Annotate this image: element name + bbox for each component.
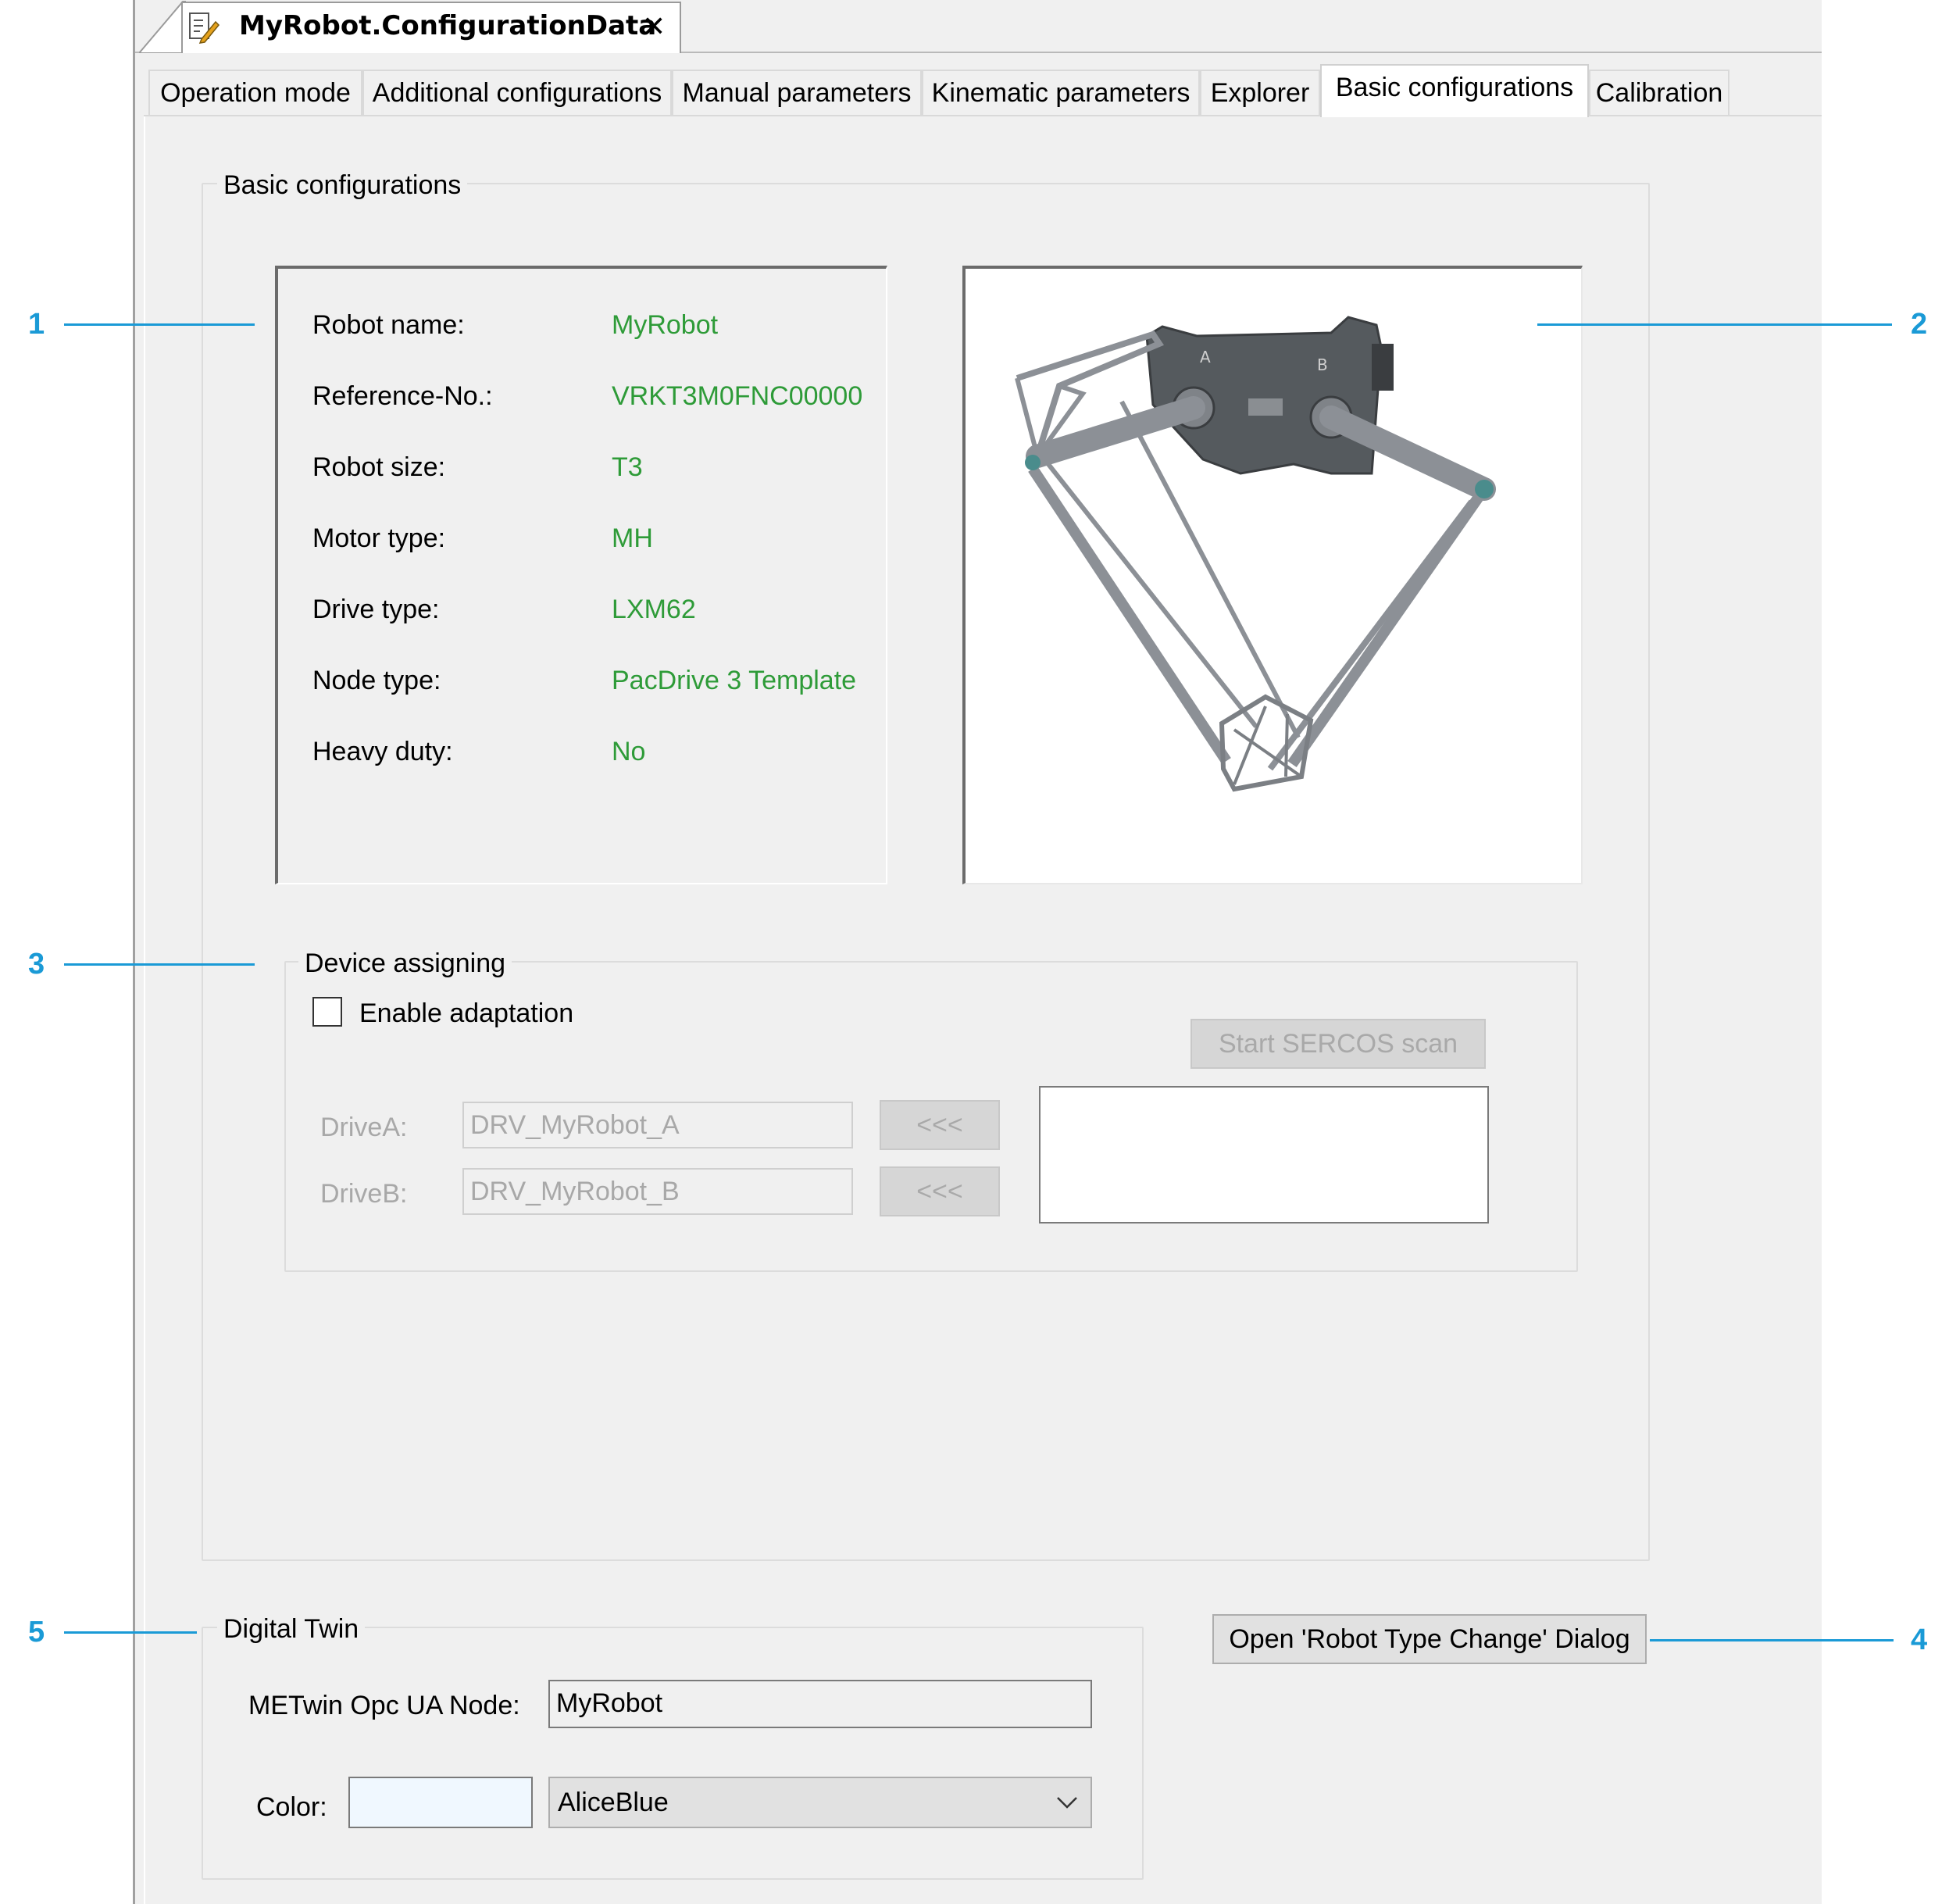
digital-twin-group xyxy=(202,1627,1144,1880)
reference-no-label: Reference-No.: xyxy=(312,381,493,411)
callout-3: 3 xyxy=(28,948,45,981)
close-icon[interactable]: ✕ xyxy=(642,13,666,41)
tab-label: Basic configurations xyxy=(1335,73,1574,102)
robot-name-value: MyRobot xyxy=(612,310,719,340)
drive-type-label: Drive type: xyxy=(312,595,440,624)
callout-2: 2 xyxy=(1911,308,1928,341)
basic-configurations-title: Basic configurations xyxy=(217,172,468,198)
document-tab-slant xyxy=(139,1,186,53)
metwin-node-label: METwin Opc UA Node: xyxy=(248,1691,520,1720)
tab-kinematic-parameters[interactable]: Kinematic parameters xyxy=(922,70,1200,115)
color-swatch[interactable] xyxy=(348,1777,533,1828)
config-document-icon xyxy=(189,13,220,44)
node-type-label: Node type: xyxy=(312,666,441,695)
color-dropdown[interactable]: AliceBlue xyxy=(548,1777,1092,1828)
node-type-value: PacDrive 3 Template xyxy=(612,666,857,695)
enable-adaptation-checkbox[interactable] xyxy=(312,997,342,1027)
callout-5-line xyxy=(64,1631,197,1634)
tab-explorer[interactable]: Explorer xyxy=(1200,70,1320,115)
start-sercos-scan-button[interactable]: Start SERCOS scan xyxy=(1190,1019,1486,1069)
drive-b-label: DriveB: xyxy=(320,1179,408,1209)
robot-name-label: Robot name: xyxy=(312,310,465,340)
tab-label: Additional configurations xyxy=(372,78,662,108)
robot-type-change-button[interactable]: Open 'Robot Type Change' Dialog xyxy=(1212,1614,1647,1664)
motor-type-label: Motor type: xyxy=(312,523,446,553)
drive-type-value: LXM62 xyxy=(612,595,696,624)
drive-a-label: DriveA: xyxy=(320,1113,408,1142)
callout-5: 5 xyxy=(28,1616,45,1649)
sercos-device-list[interactable] xyxy=(1039,1086,1489,1223)
digital-twin-title: Digital Twin xyxy=(217,1616,366,1642)
callout-4: 4 xyxy=(1911,1624,1928,1656)
heavy-duty-value: No xyxy=(612,737,646,766)
motor-type-value: MH xyxy=(612,523,653,553)
enable-adaptation-label[interactable]: Enable adaptation xyxy=(359,1000,573,1027)
tab-label: Calibration xyxy=(1595,78,1723,108)
drive-b-field[interactable]: DRV_MyRobot_B xyxy=(462,1168,853,1215)
callout-2-line xyxy=(1537,323,1892,326)
tab-label: Manual parameters xyxy=(682,78,912,108)
robot-size-value: T3 xyxy=(612,452,643,482)
color-label: Color: xyxy=(256,1792,327,1822)
callout-4-line xyxy=(1650,1639,1894,1641)
robot-info-panel xyxy=(275,266,887,884)
tab-additional-configurations[interactable]: Additional configurations xyxy=(362,70,672,115)
metwin-node-field[interactable]: MyRobot xyxy=(548,1680,1092,1728)
heavy-duty-label: Heavy duty: xyxy=(312,737,453,766)
tab-operation-mode[interactable]: Operation mode xyxy=(148,70,362,115)
chevron-down-icon xyxy=(1057,1797,1077,1809)
plate-label-a: A xyxy=(1200,348,1211,366)
assign-drive-b-button[interactable]: <<< xyxy=(880,1166,1000,1216)
callout-1-line xyxy=(64,323,255,326)
robot-size-label: Robot size: xyxy=(312,452,446,482)
tab-label: Explorer xyxy=(1210,78,1310,108)
callout-3-line xyxy=(64,963,255,966)
tab-label: Kinematic parameters xyxy=(931,78,1190,108)
delta-robot-image: A B xyxy=(1015,316,1496,792)
document-tab-title: MyRobot.ConfigurationData xyxy=(239,10,657,41)
device-assigning-title: Device assigning xyxy=(298,950,512,977)
assign-drive-a-button[interactable]: <<< xyxy=(880,1100,1000,1150)
plate-label-b: B xyxy=(1317,355,1328,374)
robot-image-panel: A B xyxy=(962,266,1583,884)
reference-no-value: VRKT3M0FNC00000 xyxy=(612,381,863,411)
callout-1: 1 xyxy=(28,308,45,341)
tab-manual-parameters[interactable]: Manual parameters xyxy=(672,70,922,115)
drive-a-field[interactable]: DRV_MyRobot_A xyxy=(462,1102,853,1148)
color-dropdown-value: AliceBlue xyxy=(558,1788,669,1817)
tab-label: Operation mode xyxy=(160,78,351,108)
tab-calibration[interactable]: Calibration xyxy=(1589,70,1729,115)
tab-basic-configurations[interactable]: Basic configurations xyxy=(1320,64,1589,117)
